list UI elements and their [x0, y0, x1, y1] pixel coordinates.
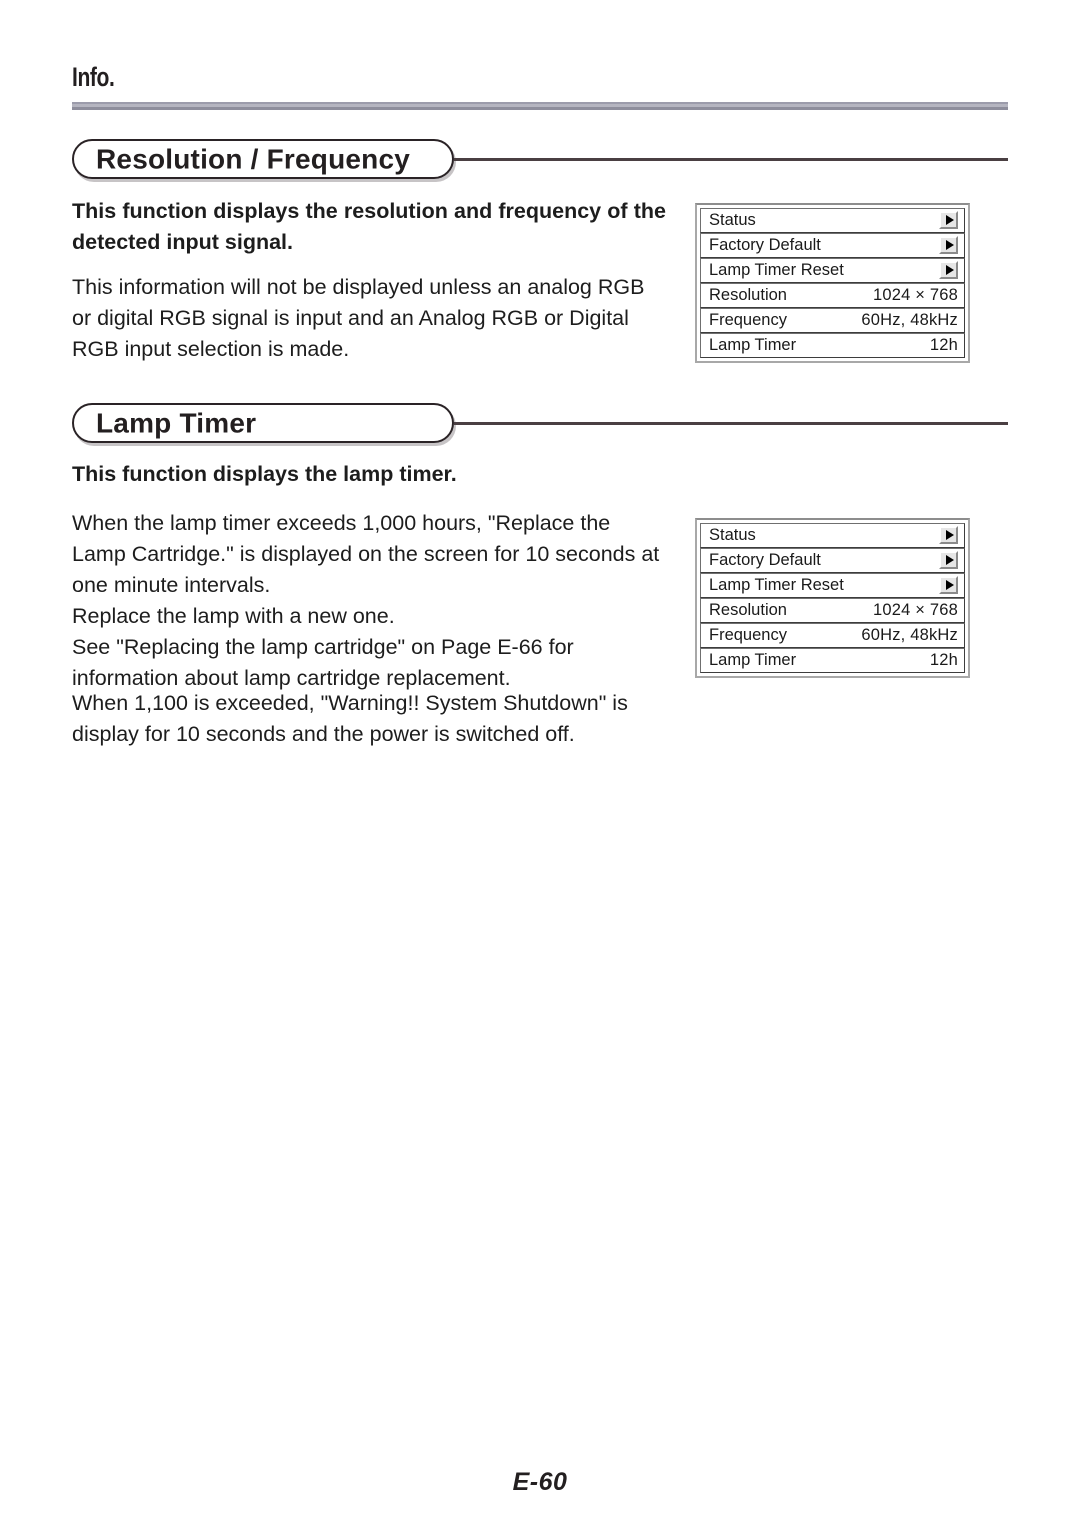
osd-menu-panel-2[interactable]: Status Factory Default Lamp Timer Reset …	[695, 518, 970, 678]
menu-row-label: Factory Default	[709, 551, 821, 569]
section1-lead-paragraph: This function displays the resolution an…	[72, 199, 666, 254]
menu-row: Resolution 1024 × 768	[700, 283, 965, 308]
section2-warning-paragraph: When 1,100 is exceeded, "Warning!! Syste…	[72, 691, 628, 746]
menu-row[interactable]: Status	[700, 523, 965, 548]
menu-row-label: Factory Default	[709, 236, 821, 254]
document-page: Info. Resolution / Frequency This functi…	[0, 0, 1080, 1529]
menu-row[interactable]: Lamp Timer Reset	[700, 573, 965, 598]
menu-row-value: 60Hz, 48kHz	[861, 626, 958, 644]
menu-row-label: Frequency	[709, 626, 787, 644]
right-arrow-icon[interactable]	[939, 526, 958, 545]
right-arrow-icon[interactable]	[939, 211, 958, 230]
menu-row[interactable]: Factory Default	[700, 233, 965, 258]
right-arrow-icon[interactable]	[939, 236, 958, 255]
menu-row-label: Status	[709, 526, 756, 544]
menu-row: Frequency 60Hz, 48kHz	[700, 623, 965, 648]
heading-rule	[454, 422, 1008, 425]
menu-row-value: 1024 × 768	[872, 286, 958, 304]
menu-row-value: 12h	[929, 651, 958, 669]
menu-row-label: Resolution	[709, 601, 787, 619]
menu-row[interactable]: Lamp Timer Reset	[700, 258, 965, 283]
menu-row-value: 12h	[929, 336, 958, 354]
page-number: E-60	[512, 1468, 568, 1496]
menu-row-label: Resolution	[709, 286, 787, 304]
osd-menu-panel-1[interactable]: Status Factory Default Lamp Timer Reset …	[695, 203, 970, 363]
header-rule	[72, 102, 1008, 110]
section-title: Lamp Timer	[96, 407, 257, 439]
section1-body-paragraph: This information will not be displayed u…	[72, 275, 645, 361]
menu-row: Lamp Timer 12h	[700, 333, 965, 358]
menu-row[interactable]: Factory Default	[700, 548, 965, 573]
menu-row-value: 1024 × 768	[872, 601, 958, 619]
menu-row-label: Lamp Timer Reset	[709, 576, 844, 594]
menu-row-label: Lamp Timer	[709, 336, 797, 354]
menu-row-label: Frequency	[709, 311, 787, 329]
right-arrow-icon[interactable]	[939, 551, 958, 570]
heading-rule	[454, 158, 1008, 161]
menu-row-label: Lamp Timer	[709, 651, 797, 669]
menu-row: Frequency 60Hz, 48kHz	[700, 308, 965, 333]
section2-lead-paragraph: This function displays the lamp timer.	[72, 462, 457, 486]
running-head: Info.	[72, 62, 115, 92]
menu-row-label: Status	[709, 211, 756, 229]
right-arrow-icon[interactable]	[939, 576, 958, 595]
section-title: Resolution / Frequency	[96, 143, 410, 175]
menu-row-label: Lamp Timer Reset	[709, 261, 844, 279]
menu-row: Lamp Timer 12h	[700, 648, 965, 673]
menu-row: Resolution 1024 × 768	[700, 598, 965, 623]
menu-row[interactable]: Status	[700, 208, 965, 233]
section2-body-paragraph: When the lamp timer exceeds 1,000 hours,…	[72, 511, 660, 690]
right-arrow-icon[interactable]	[939, 261, 958, 280]
menu-row-value: 60Hz, 48kHz	[861, 311, 958, 329]
